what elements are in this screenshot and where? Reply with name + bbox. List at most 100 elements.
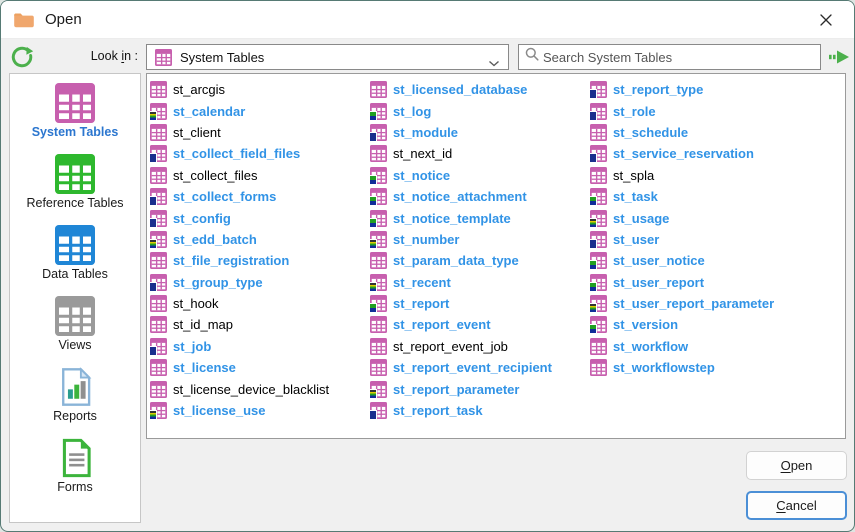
list-item[interactable]: st_notice_attachment: [369, 186, 590, 207]
list-item[interactable]: st_hook: [150, 293, 370, 314]
sidebar-item-label: Reports: [53, 409, 97, 423]
open-button[interactable]: Open: [746, 451, 847, 480]
table-badge-icon: [369, 131, 377, 142]
list-item-label: st_next_id: [393, 146, 453, 162]
list-item[interactable]: st_usage: [589, 207, 810, 228]
list-item[interactable]: st_notice_template: [369, 207, 590, 228]
sidebar-item-label: Views: [58, 338, 92, 352]
list-item-label: st_calendar: [173, 103, 246, 119]
table-icon: [370, 337, 387, 355]
list-item[interactable]: st_report_parameter: [369, 378, 590, 399]
list-item[interactable]: st_report_event_job: [370, 336, 590, 357]
cancel-button[interactable]: Cancel: [746, 491, 847, 520]
list-item[interactable]: st_schedule: [590, 122, 810, 143]
list-item[interactable]: st_next_id: [370, 143, 590, 164]
table-icon: [150, 316, 167, 334]
list-item[interactable]: st_user_report: [589, 272, 810, 293]
list-item[interactable]: st_version: [589, 314, 810, 335]
table-icon: [149, 209, 167, 228]
list-item-label: st_license_use: [173, 403, 266, 419]
list-item[interactable]: st_licensed_database: [370, 79, 590, 100]
list-item[interactable]: st_file_registration: [150, 250, 370, 271]
table-icon: [589, 209, 607, 228]
list-item[interactable]: st_license_use: [149, 400, 370, 421]
list-item[interactable]: st_report_type: [589, 79, 810, 100]
table-badge-icon: [589, 153, 597, 164]
list-item-label: st_notice_template: [393, 210, 511, 226]
list-item[interactable]: st_workflowstep: [590, 357, 810, 378]
list-item-label: st_license_device_blacklist: [173, 381, 330, 397]
table-badge-icon: [149, 196, 157, 207]
list-item[interactable]: st_arcgis: [150, 79, 370, 100]
table-badge-icon: [589, 217, 597, 228]
table-badge-icon: [589, 281, 597, 292]
list-column: st_licensed_database st_log st_module st_ne…: [369, 79, 590, 421]
table-badge-icon: [369, 303, 377, 314]
list-item-label: st_config: [173, 210, 231, 226]
close-icon[interactable]: [810, 5, 842, 35]
list-item[interactable]: st_user: [589, 229, 810, 250]
table-badge-icon: [369, 196, 377, 207]
table-icon: [369, 123, 387, 142]
sidebar-item-label: Forms: [57, 480, 93, 494]
list-item-label: st_param_data_type: [393, 253, 519, 269]
list-item[interactable]: st_workflow: [590, 336, 810, 357]
list-item[interactable]: st_report_event: [370, 314, 590, 335]
list-item[interactable]: st_report: [369, 293, 590, 314]
table-badge-icon: [369, 238, 377, 249]
list-item[interactable]: st_group_type: [149, 272, 370, 293]
list-item-label: st_collect_files: [173, 167, 258, 183]
sidebar-item-label: System Tables: [31, 125, 119, 139]
table-icon: [370, 145, 387, 163]
search-box: [518, 44, 821, 70]
list-item[interactable]: st_license_device_blacklist: [150, 378, 370, 399]
go-arrow-icon[interactable]: [828, 47, 852, 67]
list-item[interactable]: st_role: [589, 100, 810, 121]
table-icon: [369, 295, 387, 314]
list-item[interactable]: st_config: [149, 207, 370, 228]
table-icon: [150, 81, 167, 99]
list-item[interactable]: st_calendar: [149, 100, 370, 121]
sidebar-item-reference-tables[interactable]: Reference Tables: [10, 154, 140, 210]
sidebar-item-reports[interactable]: Reports: [10, 367, 140, 423]
list-item[interactable]: st_collect_field_files: [149, 143, 370, 164]
list-item[interactable]: st_spla: [590, 165, 810, 186]
table-icon: [149, 230, 167, 249]
list-item[interactable]: st_recent: [369, 272, 590, 293]
list-item[interactable]: st_number: [369, 229, 590, 250]
table-badge-icon: [589, 238, 597, 249]
list-item[interactable]: st_report_task: [369, 400, 590, 421]
list-item[interactable]: st_license: [150, 357, 370, 378]
table-icon: [54, 296, 96, 336]
sidebar-item-views[interactable]: Views: [10, 296, 140, 352]
table-badge-icon: [149, 217, 157, 228]
list-item-label: st_schedule: [613, 124, 689, 140]
list-item[interactable]: st_collect_forms: [149, 186, 370, 207]
list-item-label: st_user_report_parameter: [613, 296, 775, 312]
list-item[interactable]: st_report_event_recipient: [370, 357, 590, 378]
table-icon: [590, 359, 607, 377]
list-item[interactable]: st_user_notice: [589, 250, 810, 271]
list-item-label: st_group_type: [173, 274, 263, 290]
list-item[interactable]: st_user_report_parameter: [589, 293, 810, 314]
list-item[interactable]: st_id_map: [150, 314, 370, 335]
sidebar-item-data-tables[interactable]: Data Tables: [10, 225, 140, 281]
list-item[interactable]: st_service_reservation: [589, 143, 810, 164]
list-item[interactable]: st_log: [369, 100, 590, 121]
list-item[interactable]: st_param_data_type: [370, 250, 590, 271]
list-item[interactable]: st_job: [149, 336, 370, 357]
list-item-label: st_service_reservation: [613, 146, 754, 162]
list-item[interactable]: st_collect_files: [150, 165, 370, 186]
list-item-label: st_hook: [173, 296, 219, 312]
list-item-label: st_user: [613, 231, 660, 247]
list-item-label: st_report: [393, 296, 450, 312]
list-item[interactable]: st_task: [589, 186, 810, 207]
list-item[interactable]: st_module: [369, 122, 590, 143]
look-in-dropdown[interactable]: System Tables: [146, 44, 509, 70]
sidebar-item-system-tables[interactable]: System Tables: [10, 83, 140, 139]
search-input[interactable]: [541, 49, 815, 65]
list-item[interactable]: st_notice: [369, 165, 590, 186]
sidebar-item-forms[interactable]: Forms: [10, 438, 140, 494]
list-item[interactable]: st_edd_batch: [149, 229, 370, 250]
list-item[interactable]: st_client: [150, 122, 370, 143]
